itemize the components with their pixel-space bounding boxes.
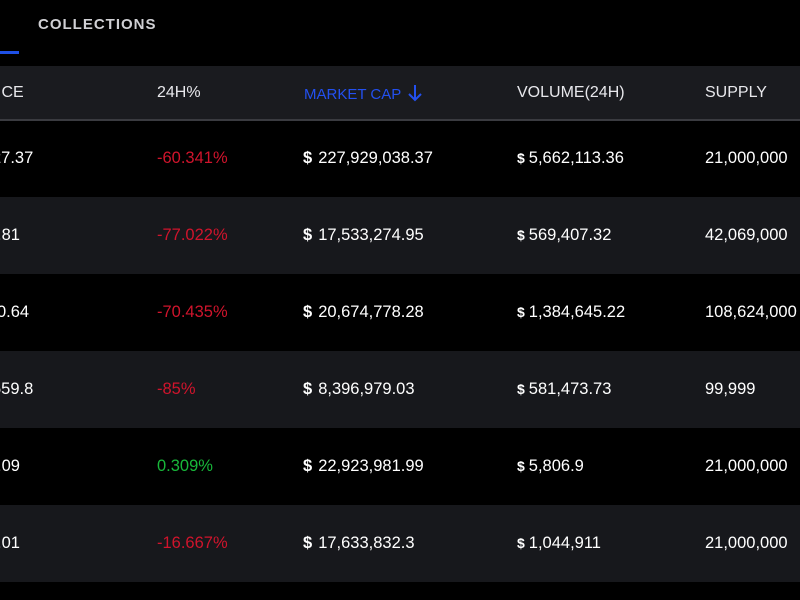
volume-value: 5,662,113.36 [528,149,624,167]
market-cap-cell: $8,396,979.03 [303,380,415,399]
currency-symbol: $ [303,380,313,398]
change-cell: -85% [157,380,196,398]
market-cap-value: 17,533,274.95 [318,226,424,244]
table-row[interactable]: .090.309%$22,923,981.99$5,806.921,000,00… [0,428,800,505]
currency-symbol: $ [517,381,525,397]
price-cell: 27.37 [0,149,34,167]
market-cap-cell: $227,929,038.37 [303,149,433,168]
volume-value: 1,044,911 [528,534,601,552]
price-cell: 0.64 [0,303,30,321]
tab-collections[interactable]: COLLECTIONS [38,16,157,33]
currency-symbol: $ [517,227,525,243]
price-cell: .01 [0,534,20,552]
table-row[interactable]: 27.37-60.341%$227,929,038.37$5,662,113.3… [0,120,800,197]
volume-cell: $1,384,645.22 [517,303,625,322]
market-cap-value: 227,929,038.37 [318,149,433,167]
header-supply[interactable]: SUPPLY [705,84,767,102]
supply-cell: 42,069,000 [705,226,788,244]
price-cell: .09 [0,457,20,475]
supply-cell: 21,000,000 [705,534,788,552]
change-cell: -77.022% [157,226,228,244]
currency-symbol: $ [517,150,525,166]
currency-symbol: $ [517,304,525,320]
active-tab-indicator [0,51,19,54]
volume-cell: $569,407.32 [517,226,611,245]
table-row[interactable]: 0.64 -70.435% $20,674,778.28 $1,384,645.22 1… [0,274,800,351]
currency-symbol: $ [303,226,313,244]
supply-cell: 108,624,000 [705,303,797,321]
volume-value: 581,473.73 [528,380,612,398]
market-cap-cell: $17,533,274.95 [303,226,424,245]
table-header: ICE 24H% MARKET CAP VOLUME(24H) SUPPLY [0,66,800,121]
currency-symbol: $ [303,457,313,475]
volume-cell: $581,473.73 [517,380,611,399]
change-cell: -60.341% [157,149,228,167]
supply-cell: 21,000,000 [705,149,788,167]
table-row[interactable]: .01-16.667%$17,633,832.3$1,044,91121,000… [0,505,800,582]
header-volume[interactable]: VOLUME(24H) [517,84,625,102]
header-price[interactable]: ICE [0,84,24,102]
market-cap-value: 17,633,832.3 [318,534,415,552]
change-cell: -70.435% [157,303,228,321]
volume-cell: $5,662,113.36 [517,149,624,168]
supply-cell: 21,000,000 [705,457,788,475]
volume-value: 5,806.9 [528,457,584,475]
header-market-cap[interactable]: MARKET CAP [304,84,423,103]
currency-symbol: $ [303,303,313,321]
market-cap-cell: $22,923,981.99 [303,457,424,476]
market-cap-value: 22,923,981.99 [318,457,424,475]
market-cap-value: 20,674,778.28 [318,303,424,321]
change-cell: -16.667% [157,534,228,552]
arrow-down-icon [408,85,422,102]
market-cap-cell: $20,674,778.28 [303,303,424,322]
volume-cell: $5,806.9 [517,457,584,476]
header-market-cap-label: MARKET CAP [304,86,401,103]
volume-value: 569,407.32 [528,226,612,244]
supply-cell: 99,999 [705,380,756,398]
price-cell: 559.8 [0,380,34,398]
currency-symbol: $ [517,458,525,474]
currency-symbol: $ [303,149,313,167]
change-cell: 0.309% [157,457,213,475]
currency-symbol: $ [303,534,313,552]
table-row[interactable]: .81-77.022%$17,533,274.95$569,407.3242,0… [0,197,800,274]
volume-value: 1,384,645.22 [528,303,626,321]
currency-symbol: $ [517,535,525,551]
volume-cell: $1,044,911 [517,534,601,553]
tab-bar: COLLECTIONS [0,0,800,66]
market-cap-value: 8,396,979.03 [318,380,415,398]
price-cell: .81 [0,226,20,244]
market-cap-cell: $17,633,832.3 [303,534,415,553]
header-24h[interactable]: 24H% [157,84,201,102]
table-row[interactable]: 559.8-85%$8,396,979.03$581,473.7399,999 [0,351,800,428]
